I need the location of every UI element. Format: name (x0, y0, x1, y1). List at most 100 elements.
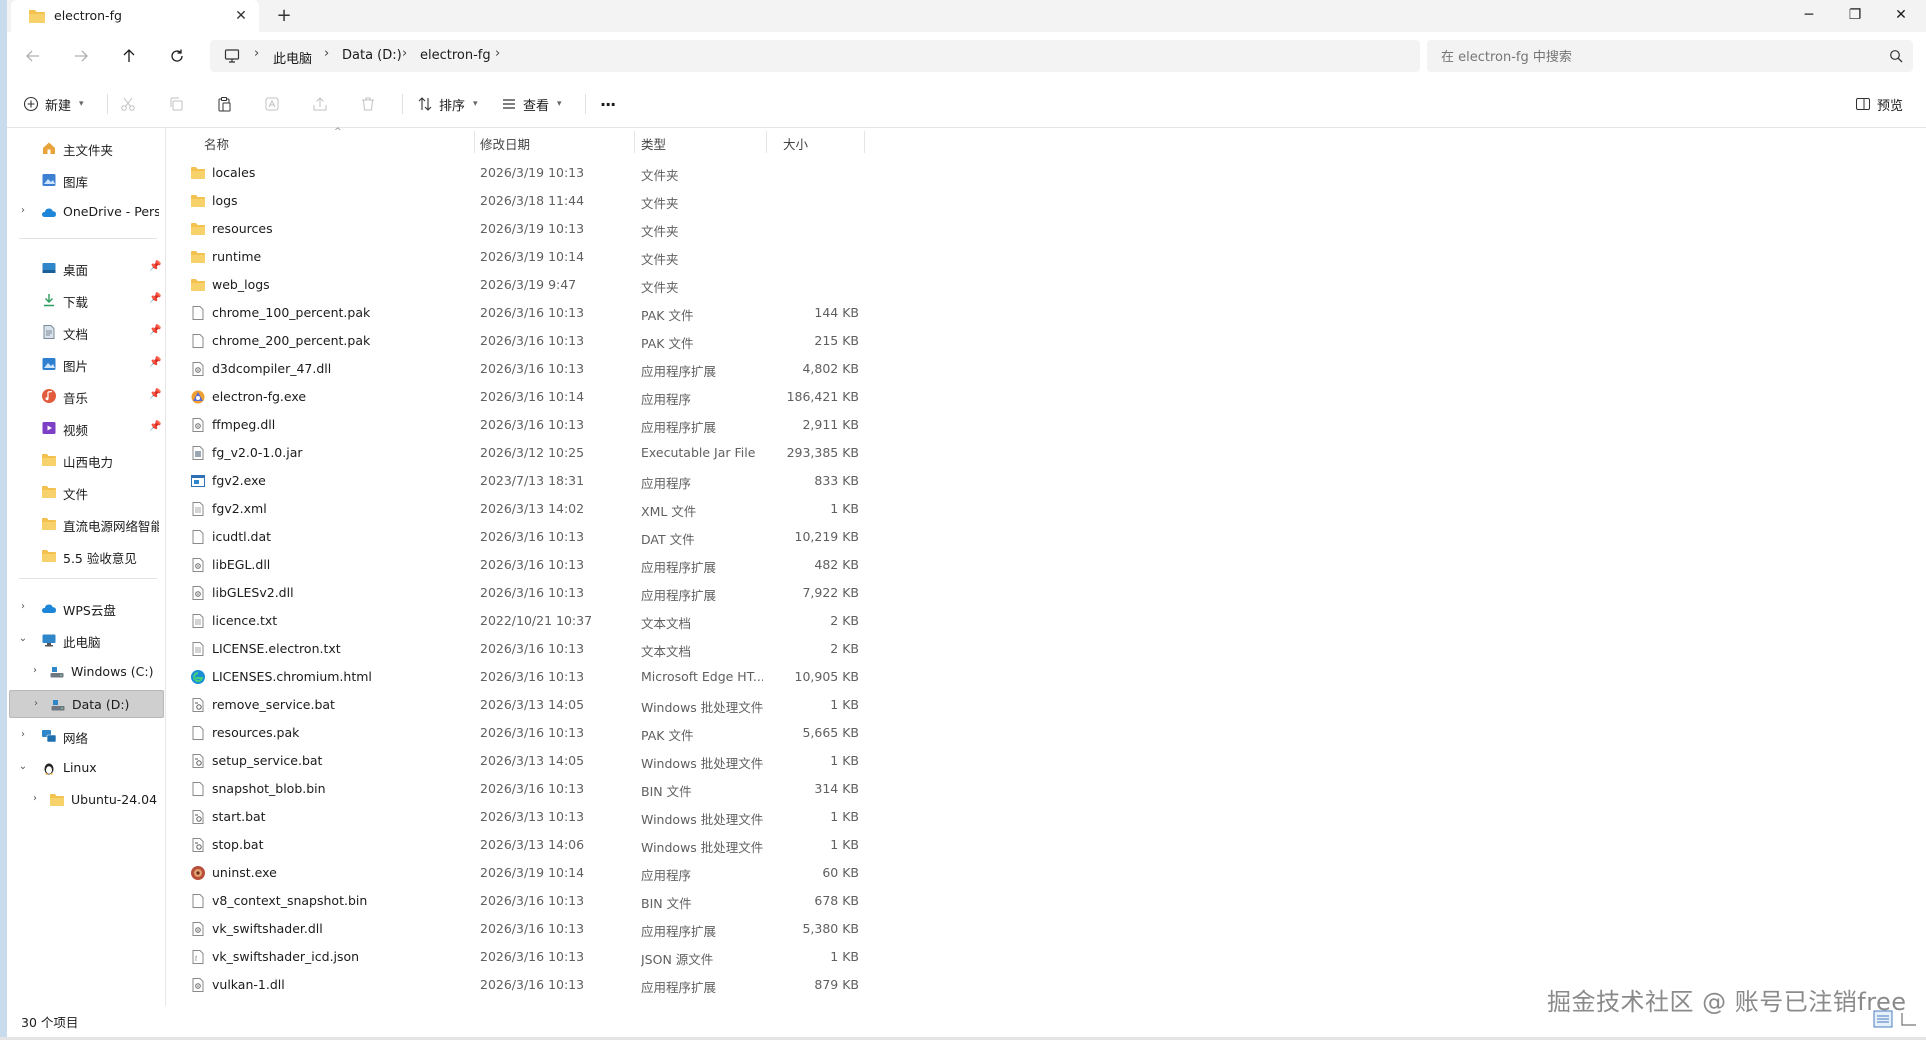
delete-button[interactable] (360, 90, 376, 118)
file-row[interactable]: resources.pak 2026/3/16 10:13 PAK 文件 5,665 … (166, 719, 866, 747)
new-tab-button[interactable]: + (269, 4, 299, 28)
paste-button[interactable] (216, 90, 232, 118)
cut-button[interactable] (120, 90, 136, 118)
sidebar-item-nav-download-1[interactable]: 下载 📌 (9, 286, 164, 314)
more-options-button[interactable]: ··· (600, 90, 616, 118)
sidebar-item-nav-document-2[interactable]: 文档 📌 (9, 318, 164, 346)
sidebar-item-nav-video-5[interactable]: 视频 📌 (9, 414, 164, 442)
file-name: snapshot_blob.bin (212, 781, 326, 796)
breadcrumb-this-pc[interactable]: 此电脑 (273, 48, 312, 67)
rename-button[interactable] (264, 90, 280, 118)
file-row[interactable]: licence.txt 2022/10/21 10:37 文本文档 2 KB (166, 607, 866, 635)
tab-close-icon[interactable]: ✕ (229, 4, 253, 28)
file-row[interactable]: vulkan-1.dll 2026/3/16 10:13 应用程序扩展 879 KB (166, 971, 866, 999)
file-row[interactable]: snapshot_blob.bin 2026/3/16 10:13 BIN 文件 31… (166, 775, 866, 803)
view-button[interactable]: 查看 ▾ (501, 90, 562, 118)
file-row[interactable]: web_logs 2026/3/19 9:47 文件夹 (166, 271, 866, 299)
column-divider[interactable] (864, 131, 865, 153)
sidebar-item-nav-folder-6[interactable]: › Ubuntu-24.04 (9, 786, 164, 814)
address-bar[interactable]: › 此电脑 › Data (D:) › electron-fg › (210, 40, 1420, 72)
new-button[interactable]: 新建 ▾ (23, 90, 84, 118)
search-box[interactable] (1427, 40, 1913, 72)
column-divider[interactable] (634, 131, 635, 153)
up-button[interactable] (113, 40, 145, 72)
sidebar-item-nav-desktop-0[interactable]: 桌面 📌 (9, 254, 164, 282)
chevron-right-icon[interactable]: › (17, 729, 29, 743)
chevron-right-icon[interactable]: › (17, 601, 29, 615)
file-row[interactable]: electron-fg.exe 2026/3/16 10:14 应用程序 186,42… (166, 383, 866, 411)
close-window-button[interactable]: ✕ (1878, 0, 1924, 32)
column-divider[interactable] (766, 131, 767, 153)
forward-button[interactable] (65, 40, 97, 72)
column-header-name[interactable]: 名称 (204, 134, 229, 153)
chevron-right-icon[interactable]: › (29, 665, 41, 679)
file-row[interactable]: logs 2026/3/18 11:44 文件夹 (166, 187, 866, 215)
file-row[interactable]: fg_v2.0-1.0.jar 2026/3/12 10:25 Executable… (166, 439, 866, 467)
sidebar-item-nav-drive-2[interactable]: › Windows (C:) (9, 658, 164, 686)
minimize-button[interactable]: ─ (1786, 0, 1832, 32)
file-text-icon (190, 613, 206, 629)
sidebar-item-nav-folder-6[interactable]: 山西电力 (9, 446, 164, 474)
sidebar-item-nav-cloud-2[interactable]: › OneDrive - Perso (9, 198, 164, 226)
breadcrumb-data-d[interactable]: Data (D:) (342, 48, 402, 63)
sidebar-item-nav-folder-9[interactable]: 5.5 验收意见 (9, 542, 164, 570)
maximize-button[interactable]: ❐ (1832, 0, 1878, 32)
file-row[interactable]: chrome_200_percent.pak 2026/3/16 10:13 PAK… (166, 327, 866, 355)
back-button[interactable] (17, 40, 49, 72)
sidebar-item-nav-computer-1[interactable]: ⌄ 此电脑 (9, 626, 164, 654)
sidebar-item-nav-music-4[interactable]: 音乐 📌 (9, 382, 164, 410)
file-row[interactable]: icudtl.dat 2026/3/16 10:13 DAT 文件 10,219 KB (166, 523, 866, 551)
column-divider[interactable] (474, 131, 475, 153)
column-header-type[interactable]: 类型 (641, 134, 666, 153)
file-row[interactable]: vk_swiftshader_icd.json 2026/3/16 10:13 JS… (166, 943, 866, 971)
sidebar-item-nav-home-0[interactable]: 主文件夹 (9, 134, 164, 162)
sidebar-item-nav-folder-8[interactable]: 直流电源网络智能 (9, 510, 164, 538)
chevron-down-icon[interactable]: ⌄ (17, 633, 29, 647)
sidebar-item-label: 图片 (63, 359, 89, 374)
chevron-right-icon[interactable]: › (17, 205, 29, 219)
search-input[interactable] (1439, 46, 1863, 68)
file-row[interactable]: start.bat 2026/3/13 10:13 Windows 批处理文件 1 K… (166, 803, 866, 831)
file-row[interactable]: vk_swiftshader.dll 2026/3/16 10:13 应用程序扩展 5… (166, 915, 866, 943)
sidebar-item-nav-gallery-1[interactable]: 图库 (9, 166, 164, 194)
file-row[interactable]: locales 2026/3/19 10:13 文件夹 (166, 159, 866, 187)
breadcrumb-electron-fg[interactable]: electron-fg (420, 48, 491, 63)
sidebar-item-nav-linux-5[interactable]: ⌄ Linux (9, 754, 164, 782)
file-row[interactable]: LICENSES.chromium.html 2026/3/16 10:13 Mic… (166, 663, 866, 691)
file-row[interactable]: ffmpeg.dll 2026/3/16 10:13 应用程序扩展 2,911 KB (166, 411, 866, 439)
refresh-button[interactable] (161, 40, 193, 72)
file-row[interactable]: libEGL.dll 2026/3/16 10:13 应用程序扩展 482 KB (166, 551, 866, 579)
chevron-down-icon[interactable]: ⌄ (17, 761, 29, 775)
file-row[interactable]: stop.bat 2026/3/13 14:06 Windows 批处理文件 1 KB (166, 831, 866, 859)
copy-button[interactable] (168, 90, 184, 118)
file-row[interactable]: runtime 2026/3/19 10:14 文件夹 (166, 243, 866, 271)
file-row[interactable]: uninst.exe 2026/3/19 10:14 应用程序 60 KB (166, 859, 866, 887)
file-row[interactable]: fgv2.xml 2026/3/13 14:02 XML 文件 1 KB (166, 495, 866, 523)
column-header-date[interactable]: 修改日期 (480, 134, 530, 153)
file-row[interactable]: libGLESv2.dll 2026/3/16 10:13 应用程序扩展 7,922 … (166, 579, 866, 607)
breadcrumb-separator[interactable]: › (495, 46, 500, 61)
sidebar-item-nav-drive-3[interactable]: › Data (D:) (9, 690, 164, 718)
sidebar-item-nav-cloud-0[interactable]: › WPS云盘 (9, 594, 164, 622)
preview-pane-button[interactable]: 预览 (1855, 90, 1903, 118)
file-row[interactable]: remove_service.bat 2026/3/13 14:05 Windows… (166, 691, 866, 719)
chevron-right-icon[interactable]: › (30, 698, 42, 712)
file-row[interactable]: resources 2026/3/19 10:13 文件夹 (166, 215, 866, 243)
breadcrumb-separator[interactable]: › (402, 46, 407, 61)
file-row[interactable]: v8_context_snapshot.bin 2026/3/16 10:13 BI… (166, 887, 866, 915)
tab-electron-fg[interactable]: electron-fg ✕ (11, 0, 259, 32)
sidebar-item-nav-network-4[interactable]: › 网络 (9, 722, 164, 750)
file-row[interactable]: d3dcompiler_47.dll 2026/3/16 10:13 应用程序扩展 4… (166, 355, 866, 383)
file-row[interactable]: chrome_100_percent.pak 2026/3/16 10:13 PAK… (166, 299, 866, 327)
file-row[interactable]: LICENSE.electron.txt 2026/3/16 10:13 文本文档 2… (166, 635, 866, 663)
file-row[interactable]: fgv2.exe 2023/7/13 18:31 应用程序 833 KB (166, 467, 866, 495)
share-button[interactable] (312, 90, 328, 118)
breadcrumb-separator[interactable]: › (324, 46, 329, 61)
sidebar-item-nav-pictures-3[interactable]: 图片 📌 (9, 350, 164, 378)
chevron-right-icon[interactable]: › (29, 793, 41, 807)
column-header-size[interactable]: 大小 (783, 134, 808, 153)
sort-button[interactable]: 排序 ▾ (417, 90, 478, 118)
sidebar-item-nav-folder-7[interactable]: 文件 (9, 478, 164, 506)
file-row[interactable]: setup_service.bat 2026/3/13 14:05 Windows … (166, 747, 866, 775)
breadcrumb-separator[interactable]: › (254, 46, 259, 61)
